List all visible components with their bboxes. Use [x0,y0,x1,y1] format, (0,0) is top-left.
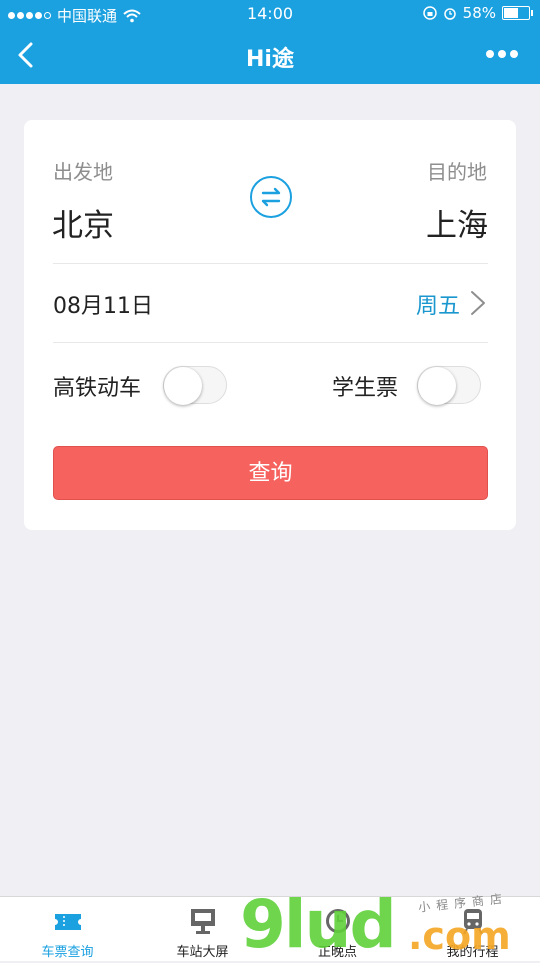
tab-my-trips[interactable]: 我的行程 [405,897,540,961]
departure-label: 出发地 [53,160,113,184]
swap-cities-button[interactable] [250,176,292,218]
orientation-lock-icon [422,6,437,20]
battery-icon [502,6,533,20]
departure-weekday[interactable]: 周五 [416,288,460,320]
swap-arrows-icon [261,187,281,207]
chevron-right-icon[interactable] [468,290,488,316]
top-bar: 中国联通 14:00 58% Hi途 [0,0,540,84]
navigation-bar: Hi途 [0,28,540,84]
battery-percent: 58% [462,4,496,22]
tab-label: 我的行程 [446,945,499,960]
toggle-knob [164,367,202,405]
tab-label: 正晚点 [317,945,357,960]
alarm-icon [443,8,456,20]
search-card: 出发地 目的地 北京 上海 08月11日 周五 高铁动车 学生票 查询 [24,120,516,530]
ticket-icon [54,914,81,930]
train-icon [462,909,483,935]
divider [53,342,488,343]
query-button[interactable]: 查询 [53,446,488,500]
destination-city[interactable]: 上海 [426,200,488,245]
student-ticket-toggle[interactable] [417,366,481,405]
departure-date[interactable]: 08月11日 [53,288,153,320]
tab-station-screen[interactable]: 车站大屏 [135,897,270,961]
tab-bar: 车票查询 车站大屏 正晚点 我的行程 [0,896,540,961]
tab-label: 车票查询 [41,945,94,960]
more-dots-icon[interactable] [486,50,518,58]
monitor-icon [190,909,215,934]
departure-city[interactable]: 北京 [52,200,114,245]
status-bar: 中国联通 14:00 58% [0,0,540,28]
student-ticket-label: 学生票 [332,376,399,401]
destination-label: 目的地 [427,160,487,184]
highspeed-label: 高铁动车 [53,376,142,401]
page-title: Hi途 [246,47,294,72]
toggle-knob [418,367,456,405]
clock-icon [325,909,350,933]
tab-ticket-search[interactable]: 车票查询 [0,897,135,961]
tab-delay-status[interactable]: 正晚点 [270,897,405,961]
tab-label: 车站大屏 [176,945,229,960]
highspeed-toggle[interactable] [163,366,227,405]
divider [53,263,488,264]
